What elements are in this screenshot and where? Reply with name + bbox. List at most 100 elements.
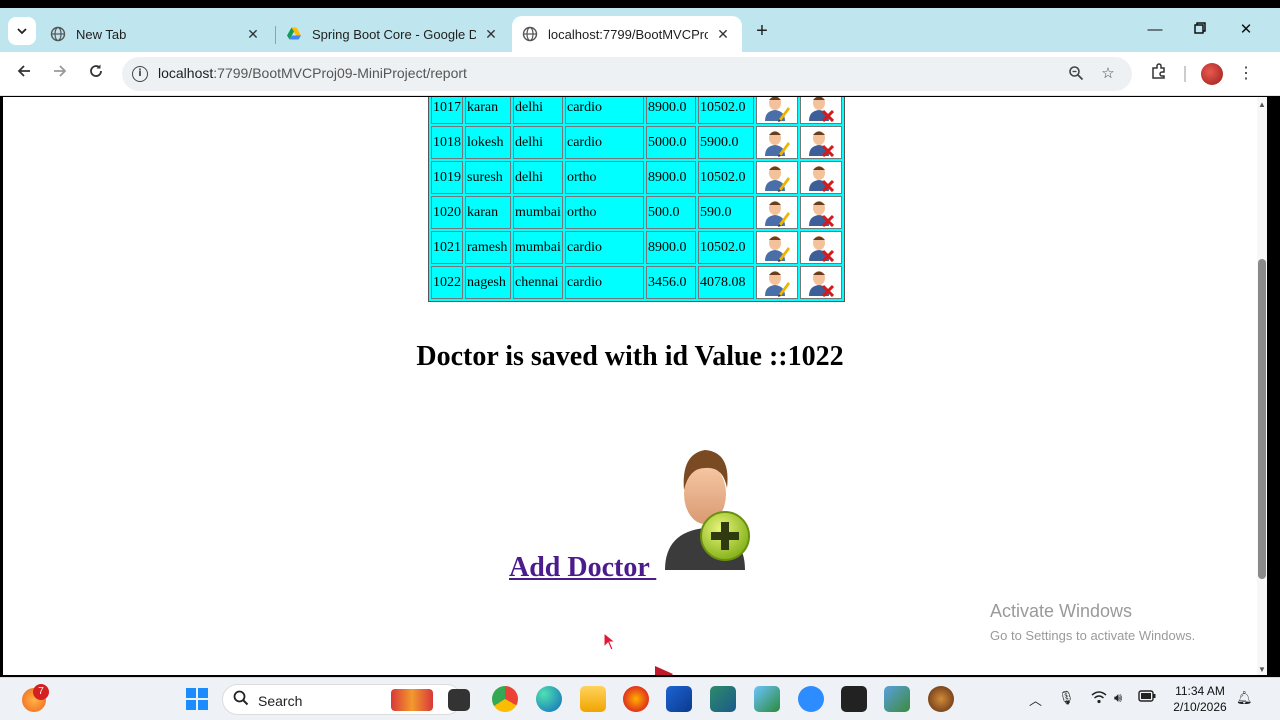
restore-button[interactable] <box>1185 18 1215 42</box>
profile-avatar[interactable] <box>1201 63 1223 85</box>
media-app-icon[interactable] <box>884 686 910 712</box>
store-icon[interactable] <box>666 686 692 712</box>
cell-city: delhi <box>513 161 563 194</box>
close-tab-icon[interactable]: ✕ <box>244 26 262 43</box>
tab-new-tab[interactable]: New Tab ✕ <box>40 16 272 52</box>
browser-toolbar: i localhost:7799/BootMVCProj09-MiniProje… <box>0 52 1280 96</box>
clock-date: 2/10/2026 <box>1173 700 1227 714</box>
table-row: 1022 nagesh chennai cardio 3456.0 4078.08 <box>431 266 842 299</box>
back-button[interactable] <box>12 62 36 86</box>
tab-google-drive[interactable]: Spring Boot Core - Google Drive ✕ <box>276 16 510 52</box>
snipping-tool-icon[interactable] <box>710 686 736 712</box>
windows-start-icon[interactable] <box>184 686 210 712</box>
show-hidden-icons-chevron-icon[interactable]: ︿ <box>1029 690 1042 709</box>
delete-doctor-icon[interactable] <box>800 196 842 229</box>
edit-doctor-icon[interactable] <box>756 266 798 299</box>
arrow-right-icon <box>54 65 67 77</box>
site-info-icon[interactable]: i <box>132 66 148 82</box>
cell-id: 1019 <box>431 161 463 194</box>
extensions-icon[interactable] <box>1147 62 1171 86</box>
delete-doctor-icon[interactable] <box>800 161 842 194</box>
cell-fee: 8900.0 <box>646 161 696 194</box>
tab-strip: New Tab ✕ Spring Boot Core - Google Driv… <box>0 8 1280 52</box>
cell-fee: 8900.0 <box>646 97 696 124</box>
table-row: 1019 suresh delhi ortho 8900.0 10502.0 <box>431 161 842 194</box>
bookmark-star-icon[interactable]: ☆ <box>1099 65 1117 83</box>
cell-name: karan <box>465 97 511 124</box>
close-window-button[interactable]: ✕ <box>1231 18 1261 42</box>
tab-title: New Tab <box>76 26 127 42</box>
doctors-table: 1017 karan delhi cardio 8900.0 10502.0 1018 lok… <box>428 97 845 302</box>
scroll-down-icon[interactable]: ▼ <box>1257 665 1267 674</box>
scrollbar-thumb[interactable] <box>1258 259 1266 579</box>
delete-doctor-icon[interactable] <box>800 97 842 124</box>
tab-search-button[interactable] <box>8 17 36 45</box>
tomcat-app-icon[interactable] <box>928 686 954 712</box>
tab-localhost[interactable]: localhost:7799/BootMVCProj09 ✕ <box>512 16 742 52</box>
close-tab-icon[interactable]: ✕ <box>714 26 732 43</box>
page-viewport: 1017 karan delhi cardio 8900.0 10502.0 1018 lok… <box>3 97 1257 675</box>
cell-total: 10502.0 <box>698 161 754 194</box>
zoom-app-icon[interactable] <box>798 686 824 712</box>
chevron-down-icon <box>17 28 27 35</box>
taskbar-clock[interactable]: 11:34 AM 2/10/2026 <box>1168 683 1232 715</box>
cell-fee: 500.0 <box>646 196 696 229</box>
file-explorer-icon[interactable] <box>580 686 606 712</box>
terminal-icon[interactable] <box>841 686 867 712</box>
chrome-icon[interactable] <box>492 686 518 712</box>
url-text[interactable]: localhost:7799/BootMVCProj09-MiniProject… <box>158 65 467 81</box>
edit-doctor-icon[interactable] <box>756 126 798 159</box>
network-app-icon[interactable] <box>754 686 780 712</box>
edit-doctor-icon[interactable] <box>756 196 798 229</box>
add-user-icon[interactable] <box>659 442 751 578</box>
minimize-button[interactable]: — <box>1140 18 1170 42</box>
scroll-up-icon[interactable]: ▲ <box>1257 100 1267 109</box>
cell-name: karan <box>465 196 511 229</box>
close-tab-icon[interactable]: ✕ <box>482 26 500 43</box>
watermark-subtitle: Go to Settings to activate Windows. <box>990 628 1196 643</box>
cell-fee: 3456.0 <box>646 266 696 299</box>
delete-doctor-icon[interactable] <box>800 266 842 299</box>
menu-kebab-icon[interactable]: ⋮ <box>1234 62 1258 86</box>
battery-icon[interactable] <box>1138 690 1156 705</box>
globe-icon <box>50 26 66 42</box>
table-row: 1021 ramesh mumbai cardio 8900.0 10502.0 <box>431 231 842 264</box>
cell-total: 4078.08 <box>698 266 754 299</box>
notification-badge: 7 <box>33 684 49 700</box>
cell-total: 10502.0 <box>698 97 754 124</box>
doctors-table-body: 1017 karan delhi cardio 8900.0 10502.0 1018 lok… <box>431 97 842 299</box>
delete-doctor-icon[interactable] <box>800 126 842 159</box>
notifications-bell-icon[interactable]: 🔔︎ <box>1236 690 1253 706</box>
forward-button[interactable] <box>48 62 72 86</box>
edit-doctor-icon[interactable] <box>756 97 798 124</box>
volume-icon[interactable]: 🔊︎ <box>1114 690 1122 706</box>
url-host: localhost <box>158 65 214 81</box>
search-highlight-icon <box>391 689 433 711</box>
edge-icon[interactable] <box>536 686 562 712</box>
wifi-icon[interactable] <box>1091 690 1107 707</box>
task-view-icon[interactable] <box>448 689 470 711</box>
taskbar-search-box[interactable]: Search <box>222 684 462 715</box>
delete-doctor-icon[interactable] <box>800 231 842 264</box>
cell-spec: cardio <box>565 231 644 264</box>
tab-title: Spring Boot Core - Google Drive <box>312 26 476 42</box>
add-doctor-link[interactable]: Add Doctor <box>509 552 656 584</box>
watermark-title: Activate Windows <box>990 601 1133 621</box>
cell-city: delhi <box>513 126 563 159</box>
search-label: Search <box>258 693 303 709</box>
edit-doctor-icon[interactable] <box>756 231 798 264</box>
edit-doctor-icon[interactable] <box>756 161 798 194</box>
vertical-scrollbar[interactable]: ▲ ▼ <box>1257 97 1267 675</box>
microphone-icon[interactable]: 🎙︎ <box>1058 690 1075 706</box>
firefox-icon[interactable] <box>623 686 649 712</box>
cell-id: 1020 <box>431 196 463 229</box>
reload-button[interactable] <box>84 62 108 86</box>
cell-total: 10502.0 <box>698 231 754 264</box>
cell-fee: 5000.0 <box>646 126 696 159</box>
zoom-icon[interactable] <box>1067 65 1085 83</box>
search-icon <box>233 690 249 711</box>
cell-city: chennai <box>513 266 563 299</box>
new-tab-button[interactable]: + <box>752 20 772 44</box>
address-bar[interactable]: i localhost:7799/BootMVCProj09-MiniProje… <box>122 57 1132 91</box>
cell-spec: cardio <box>565 97 644 124</box>
